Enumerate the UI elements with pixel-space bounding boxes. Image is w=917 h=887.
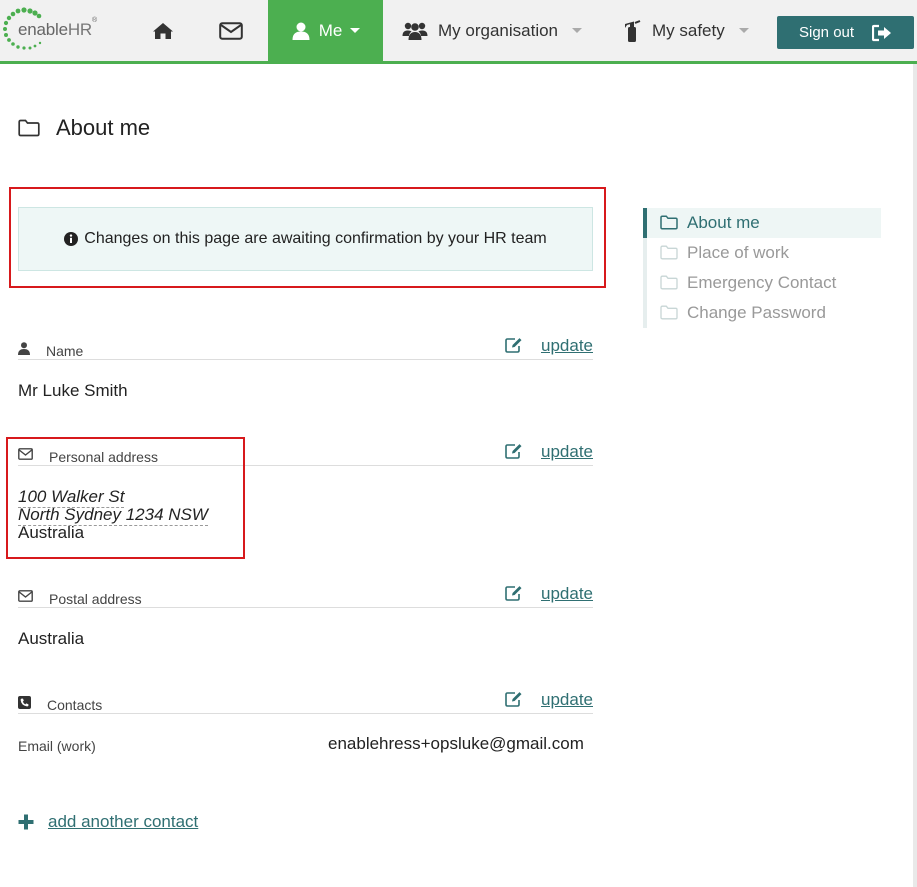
top-navigation-bar: enableHR® Me My organisation My safety S… xyxy=(0,0,917,64)
contacts-section-header: Contacts update xyxy=(18,690,593,714)
envelope-icon[interactable] xyxy=(217,18,245,44)
users-group-icon xyxy=(402,22,428,40)
sign-out-icon xyxy=(872,24,891,42)
contacts-title: Contacts xyxy=(47,697,103,713)
nav-me-label: Me xyxy=(318,20,343,40)
phone-square-icon xyxy=(18,696,31,709)
notice-text: Changes on this page are awaiting confir… xyxy=(84,230,547,247)
sign-out-label: Sign out xyxy=(799,24,855,41)
sidenav-label: Place of work xyxy=(687,243,790,262)
enablehr-logo[interactable]: enableHR® xyxy=(0,4,108,56)
folder-icon xyxy=(660,245,678,260)
add-another-contact-link[interactable]: add another contact xyxy=(18,812,198,832)
home-icon[interactable] xyxy=(150,18,176,44)
logo-wordmark: enableHR® xyxy=(18,17,97,40)
sidenav-label: Emergency Contact xyxy=(687,273,837,292)
sidenav-label: Change Password xyxy=(687,303,826,322)
sidenav-item-about-me[interactable]: About me xyxy=(643,208,881,238)
envelope-icon xyxy=(18,590,33,602)
folder-icon xyxy=(18,119,40,137)
edit-icon[interactable] xyxy=(505,585,523,601)
info-circle-icon xyxy=(64,232,79,246)
nav-me-menu[interactable]: Me xyxy=(268,0,383,61)
pending-changes-notice: Changes on this page are awaiting confir… xyxy=(18,207,593,271)
logo-registered-mark: ® xyxy=(92,17,97,25)
chevron-down-icon xyxy=(572,28,583,33)
user-icon xyxy=(292,22,310,40)
folder-icon xyxy=(660,305,678,320)
name-value: Mr Luke Smith xyxy=(18,381,128,400)
postal-address-country: Australia xyxy=(18,629,85,648)
chevron-down-icon xyxy=(350,28,361,33)
name-section-header: Name update xyxy=(18,336,593,360)
page-title: About me xyxy=(18,115,150,141)
postal-address-title: Postal address xyxy=(49,591,142,607)
sidenav-label: About me xyxy=(687,213,760,232)
sign-out-button[interactable]: Sign out xyxy=(777,16,914,49)
sidenav-item-emergency-contact[interactable]: Emergency Contact xyxy=(643,268,881,298)
add-contact-label: add another contact xyxy=(48,812,199,831)
nav-my-safety[interactable]: My safety xyxy=(622,0,749,61)
chevron-down-icon xyxy=(738,28,749,33)
folder-icon xyxy=(660,275,678,290)
update-postal-address-link[interactable]: update xyxy=(541,584,593,604)
name-section-title: Name xyxy=(46,343,84,359)
plus-icon xyxy=(18,814,34,830)
edit-icon[interactable] xyxy=(505,443,523,459)
sidenav-item-place-of-work[interactable]: Place of work xyxy=(643,238,881,268)
window-scrollbar-edge xyxy=(913,64,917,887)
contact-type-label: Email (work) xyxy=(18,738,96,754)
user-icon xyxy=(18,342,30,355)
update-name-link[interactable]: update xyxy=(541,336,593,356)
edit-icon[interactable] xyxy=(505,691,523,707)
sidenav-item-change-password[interactable]: Change Password xyxy=(643,298,881,328)
update-personal-address-link[interactable]: update xyxy=(541,442,593,462)
nav-organisation-label: My organisation xyxy=(438,20,559,40)
nav-my-organisation[interactable]: My organisation xyxy=(402,0,583,61)
logo-text-hr: HR xyxy=(67,20,93,39)
postal-address-section-header: Postal address update xyxy=(18,584,593,608)
update-contacts-link[interactable]: update xyxy=(541,690,593,710)
fire-extinguisher-icon xyxy=(625,19,641,42)
contact-email-value: enablehress+opsluke@gmail.com xyxy=(328,734,584,753)
nav-safety-label: My safety xyxy=(652,20,725,40)
address-highlight-frame xyxy=(6,437,245,559)
logo-text-enable: enable xyxy=(18,20,68,39)
section-side-navigation: About me Place of work Emergency Contact… xyxy=(643,208,881,328)
edit-icon[interactable] xyxy=(505,337,523,353)
folder-icon xyxy=(660,215,678,230)
page-title-text: About me xyxy=(56,115,151,140)
